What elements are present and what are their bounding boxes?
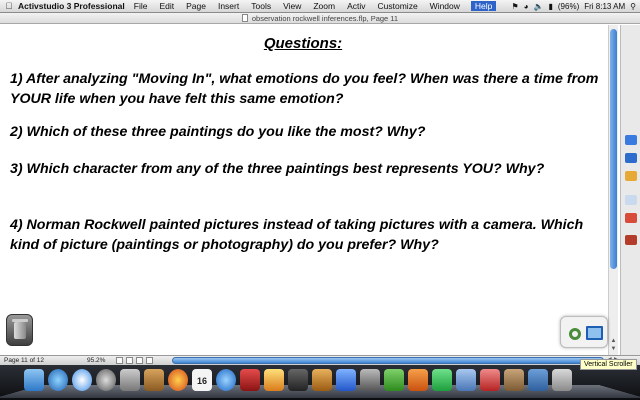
forward-arrow-icon[interactable] [625, 135, 637, 145]
dock-icons: 16 [24, 369, 572, 391]
menu-bar:  Activstudio 3 Professional File Edit P… [0, 0, 640, 13]
question-2: 2) Which of these three paintings do you… [10, 124, 426, 140]
clock[interactable]: Fri 8:13 AM [584, 2, 625, 11]
total-pages: 12 [36, 357, 45, 364]
view-button-1[interactable] [116, 357, 123, 364]
activstudio-icon[interactable] [480, 369, 500, 391]
excel-icon[interactable] [384, 369, 404, 391]
mail-icon[interactable] [120, 369, 140, 391]
toolbox-widget[interactable] [560, 316, 608, 348]
activinspire-icon[interactable] [360, 369, 380, 391]
scroll-up-arrow-icon[interactable]: ▲ [609, 338, 618, 346]
marker-icon[interactable] [625, 171, 637, 181]
wifi-icon[interactable]: ◕ [524, 2, 529, 11]
battery-icon[interactable]: ▮ [548, 2, 552, 11]
tool-strip [620, 25, 640, 355]
imovie-icon[interactable] [288, 369, 308, 391]
scroll-down-arrow-icon[interactable]: ▼ [609, 346, 618, 354]
question-4: 4) Norman Rockwell painted pictures inst… [10, 217, 584, 253]
documents-stack-icon[interactable] [504, 369, 524, 391]
word-icon[interactable] [336, 369, 356, 391]
view-button-4[interactable] [146, 357, 153, 364]
menu-extras: ⚑ ◕ 🔈 ▮ (96%) Fri 8:13 AM ⚲ [512, 2, 640, 11]
menu-tools[interactable]: Tools [250, 1, 272, 11]
view-button-2[interactable] [126, 357, 133, 364]
view-button-3[interactable] [136, 357, 143, 364]
menu-insert[interactable]: Insert [217, 1, 240, 11]
menu-file[interactable]: File [133, 1, 149, 11]
question-1: 1) After analyzing "Moving In", what emo… [10, 71, 599, 107]
trash-can-widget[interactable] [6, 314, 33, 346]
firefox-icon[interactable] [168, 369, 188, 391]
menu-page[interactable]: Page [185, 1, 207, 11]
view-buttons [116, 357, 153, 364]
garageband-icon[interactable] [312, 369, 332, 391]
back-arrow-icon[interactable] [625, 153, 637, 163]
vertical-scrollbar[interactable]: ▲ ▼ [608, 25, 618, 355]
screen-icon[interactable] [586, 326, 603, 340]
zoom-level[interactable]: 95.2% [87, 356, 105, 365]
powerpoint-icon[interactable] [408, 369, 428, 391]
document-icon [241, 14, 248, 22]
flag-icon[interactable]: ⚑ [512, 2, 519, 11]
page-heading: Questions: [263, 35, 343, 52]
status-bar: Page 11 of 12 95.2% ◀ ▶ [0, 355, 640, 365]
menu-zoom[interactable]: Zoom [312, 1, 336, 11]
trash-icon [14, 322, 26, 339]
flipchart-page[interactable]: Questions: 1) After analyzing "Moving In… [0, 25, 606, 355]
window-title-bar: observation rockwell inferences.flp, Pag… [0, 13, 640, 24]
books-icon[interactable] [625, 235, 637, 245]
preview-icon[interactable] [456, 369, 476, 391]
apple-menu-icon[interactable]:  [0, 1, 18, 11]
screen:  Activstudio 3 Professional File Edit P… [0, 0, 640, 400]
menu-view[interactable]: View [282, 1, 302, 11]
page-indicator: Page 11 of 12 [4, 356, 44, 365]
spotlight-icon[interactable]: ⚲ [630, 2, 636, 11]
dock: 16 [0, 365, 640, 400]
calendar-icon[interactable]: 16 [192, 369, 212, 391]
app-store-icon[interactable] [48, 369, 68, 391]
reveal-icon[interactable] [625, 213, 637, 223]
iphoto-icon[interactable] [264, 369, 284, 391]
battery-percent: (96%) [557, 1, 580, 11]
finder-icon[interactable] [24, 369, 44, 391]
page-icon[interactable] [625, 195, 637, 205]
menu-edit[interactable]: Edit [158, 1, 175, 11]
vertical-scroll-thumb[interactable] [610, 29, 617, 269]
menu-customize[interactable]: Customize [377, 1, 419, 11]
photo-booth-icon[interactable] [240, 369, 260, 391]
address-book-icon[interactable] [144, 369, 164, 391]
menu-activ[interactable]: Activ [346, 1, 366, 11]
downloads-stack-icon[interactable] [528, 369, 548, 391]
tooltip: Vertical Scroller [580, 359, 637, 370]
system-preferences-icon[interactable] [96, 369, 116, 391]
window-title: observation rockwell inferences.flp, Pag… [251, 14, 399, 23]
horizontal-scrollbar[interactable] [172, 357, 604, 364]
volume-icon[interactable]: 🔈 [534, 2, 544, 11]
itunes-icon[interactable] [216, 369, 236, 391]
of-label: of [29, 357, 35, 364]
calendar-day: 16 [196, 376, 207, 386]
messages-icon[interactable] [432, 369, 452, 391]
menu-app-name[interactable]: Activstudio 3 Professional [18, 1, 125, 11]
safari-icon[interactable] [72, 369, 92, 391]
current-page: 11 [21, 357, 28, 364]
dock-trash-icon[interactable] [552, 369, 572, 391]
question-3: 3) Which character from any of the three… [10, 161, 545, 177]
page-label: Page [4, 357, 20, 364]
gear-icon[interactable] [569, 328, 581, 340]
menu-help[interactable]: Help [470, 1, 497, 11]
menu-window[interactable]: Window [429, 1, 461, 11]
